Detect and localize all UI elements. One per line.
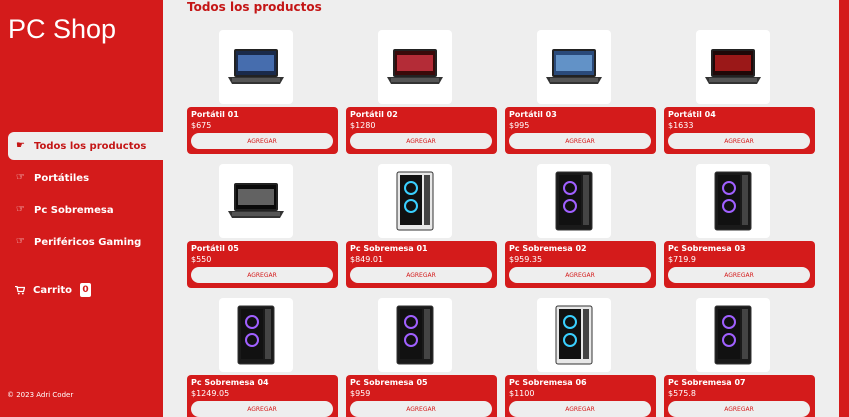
add-to-cart-button[interactable]: AGREGAR xyxy=(668,401,810,417)
pointing-hand-icon: ☛ xyxy=(16,140,25,151)
sidebar-item-label: Pc Sobremesa xyxy=(34,204,114,216)
product-name: Pc Sobremesa 07 xyxy=(668,378,746,387)
product-name: Portátil 04 xyxy=(668,110,716,119)
add-to-cart-button[interactable]: AGREGAR xyxy=(509,133,651,149)
add-to-cart-button[interactable]: AGREGAR xyxy=(350,267,492,283)
product-image[interactable] xyxy=(219,164,293,238)
product-name: Pc Sobremesa 04 xyxy=(191,378,269,387)
add-to-cart-button[interactable]: AGREGAR xyxy=(191,133,333,149)
product-info: Portátil 04 $1633 AGREGAR xyxy=(664,107,815,154)
sidebar-nav: ☛ Todos los productos ☞ Portátiles ☞ Pc … xyxy=(8,132,163,260)
product-name: Portátil 03 xyxy=(509,110,557,119)
product-card: Pc Sobremesa 01 $849.01 AGREGAR xyxy=(346,164,497,288)
sidebar-item-label: Portátiles xyxy=(34,172,90,184)
product-price: $1249.05 xyxy=(191,389,230,398)
page-title: Todos los productos xyxy=(187,0,322,14)
add-to-cart-button[interactable]: AGREGAR xyxy=(668,267,810,283)
product-image[interactable] xyxy=(378,30,452,104)
product-price: $550 xyxy=(191,255,212,264)
cart-button[interactable]: Carrito 0 xyxy=(15,283,92,297)
product-image[interactable] xyxy=(537,30,611,104)
product-info: Portátil 01 $675 AGREGAR xyxy=(187,107,338,154)
scrollbar[interactable] xyxy=(839,0,849,417)
main-content: Todos los productos Portátil 01 $675 AGREG… xyxy=(163,0,839,417)
product-card: Pc Sobremesa 04 $1249.05 AGREGAR xyxy=(187,298,338,417)
pointing-hand-icon: ☞ xyxy=(16,204,25,215)
product-info: Pc Sobremesa 03 $719.9 AGREGAR xyxy=(664,241,815,288)
cart-label: Carrito xyxy=(33,284,73,296)
add-to-cart-button[interactable]: AGREGAR xyxy=(668,133,810,149)
product-card: Pc Sobremesa 07 $575.8 AGREGAR xyxy=(664,298,815,417)
product-name: Portátil 02 xyxy=(350,110,398,119)
product-info: Pc Sobremesa 04 $1249.05 AGREGAR xyxy=(187,375,338,417)
product-card: Portátil 03 $995 AGREGAR xyxy=(505,30,656,154)
product-price: $719.9 xyxy=(668,255,696,264)
product-grid: Portátil 01 $675 AGREGAR Portátil 02 $1280 AG… xyxy=(187,30,815,417)
sidebar: PC Shop ☛ Todos los productos ☞ Portátil… xyxy=(0,0,163,417)
sidebar-item-pc-sobremesa[interactable]: ☞ Pc Sobremesa xyxy=(8,196,163,224)
product-name: Portátil 05 xyxy=(191,244,239,253)
add-to-cart-button[interactable]: AGREGAR xyxy=(191,267,333,283)
product-price: $575.8 xyxy=(668,389,696,398)
sidebar-item-label: Todos los productos xyxy=(34,140,147,152)
product-image[interactable] xyxy=(696,164,770,238)
add-to-cart-button[interactable]: AGREGAR xyxy=(191,401,333,417)
product-info: Pc Sobremesa 05 $959 AGREGAR xyxy=(346,375,497,417)
product-price: $1280 xyxy=(350,121,376,130)
add-to-cart-button[interactable]: AGREGAR xyxy=(350,133,492,149)
product-info: Portátil 05 $550 AGREGAR xyxy=(187,241,338,288)
pointing-hand-icon: ☞ xyxy=(16,236,25,247)
sidebar-item-portatiles[interactable]: ☞ Portátiles xyxy=(8,164,163,192)
sidebar-item-label: Periféricos Gaming xyxy=(34,236,142,248)
add-to-cart-button[interactable]: AGREGAR xyxy=(509,267,651,283)
product-name: Pc Sobremesa 01 xyxy=(350,244,428,253)
product-price: $1633 xyxy=(668,121,694,130)
product-price: $1100 xyxy=(509,389,535,398)
product-price: $995 xyxy=(509,121,530,130)
product-price: $959.35 xyxy=(509,255,543,264)
product-image[interactable] xyxy=(219,30,293,104)
footer-copyright: © 2023 Adri Coder xyxy=(7,391,74,399)
product-info: Pc Sobremesa 02 $959.35 AGREGAR xyxy=(505,241,656,288)
product-info: Portátil 02 $1280 AGREGAR xyxy=(346,107,497,154)
add-to-cart-button[interactable]: AGREGAR xyxy=(509,401,651,417)
product-price: $959 xyxy=(350,389,371,398)
pointing-hand-icon: ☞ xyxy=(16,172,25,183)
cart-count-badge: 0 xyxy=(80,283,92,297)
add-to-cart-button[interactable]: AGREGAR xyxy=(350,401,492,417)
product-info: Pc Sobremesa 01 $849.01 AGREGAR xyxy=(346,241,497,288)
product-image[interactable] xyxy=(537,164,611,238)
product-info: Portátil 03 $995 AGREGAR xyxy=(505,107,656,154)
product-card: Pc Sobremesa 06 $1100 AGREGAR xyxy=(505,298,656,417)
product-name: Pc Sobremesa 02 xyxy=(509,244,587,253)
product-name: Portátil 01 xyxy=(191,110,239,119)
product-image[interactable] xyxy=(696,30,770,104)
product-card: Pc Sobremesa 03 $719.9 AGREGAR xyxy=(664,164,815,288)
product-card: Portátil 01 $675 AGREGAR xyxy=(187,30,338,154)
product-name: Pc Sobremesa 03 xyxy=(668,244,746,253)
brand-title: PC Shop xyxy=(8,14,117,44)
product-card: Portátil 05 $550 AGREGAR xyxy=(187,164,338,288)
product-card: Portátil 04 $1633 AGREGAR xyxy=(664,30,815,154)
product-image[interactable] xyxy=(696,298,770,372)
product-name: Pc Sobremesa 06 xyxy=(509,378,587,387)
product-image[interactable] xyxy=(219,298,293,372)
product-name: Pc Sobremesa 05 xyxy=(350,378,428,387)
product-info: Pc Sobremesa 06 $1100 AGREGAR xyxy=(505,375,656,417)
product-image[interactable] xyxy=(537,298,611,372)
product-image[interactable] xyxy=(378,164,452,238)
product-card: Portátil 02 $1280 AGREGAR xyxy=(346,30,497,154)
product-card: Pc Sobremesa 02 $959.35 AGREGAR xyxy=(505,164,656,288)
product-image[interactable] xyxy=(378,298,452,372)
sidebar-item-perifericos-gaming[interactable]: ☞ Periféricos Gaming xyxy=(8,228,163,256)
product-card: Pc Sobremesa 05 $959 AGREGAR xyxy=(346,298,497,417)
product-price: $849.01 xyxy=(350,255,384,264)
product-price: $675 xyxy=(191,121,212,130)
cart-icon xyxy=(15,285,25,294)
sidebar-item-todos-los-productos[interactable]: ☛ Todos los productos xyxy=(8,132,163,160)
product-info: Pc Sobremesa 07 $575.8 AGREGAR xyxy=(664,375,815,417)
